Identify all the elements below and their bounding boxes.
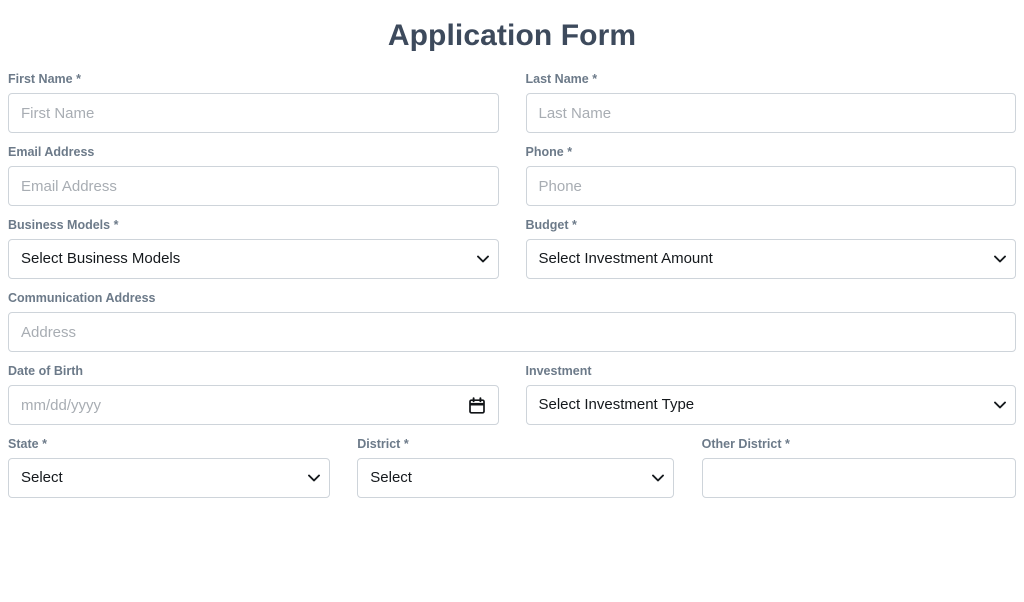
field-communication-address: Communication Address	[8, 290, 1016, 352]
other-district-input[interactable]	[701, 458, 1016, 498]
field-date-of-birth: Date of Birth	[8, 363, 499, 425]
investment-select-wrap: Select Investment Type	[525, 385, 1016, 425]
email-input[interactable]	[8, 166, 499, 206]
communication-address-label: Communication Address	[8, 290, 1016, 306]
last-name-label-text: Last Name	[525, 72, 589, 86]
field-business-models: Business Models * Select Business Models	[8, 217, 499, 279]
required-asterisk: *	[113, 218, 119, 232]
investment-select[interactable]: Select Investment Type	[525, 385, 1016, 425]
state-select[interactable]: Select	[8, 458, 331, 498]
form-row-address: Communication Address	[8, 290, 1016, 352]
required-asterisk: *	[42, 437, 47, 451]
required-asterisk: *	[572, 218, 577, 232]
district-select-wrap: Select	[357, 458, 674, 498]
last-name-label: Last Name *	[526, 71, 1017, 87]
business-models-select-wrap: Select Business Models	[8, 239, 499, 279]
district-select[interactable]: Select	[357, 458, 674, 498]
business-models-label-text: Business Models	[8, 218, 111, 232]
email-label: Email Address	[8, 144, 499, 160]
field-last-name: Last Name *	[525, 71, 1017, 133]
application-form-page: Application Form First Name * Last Name …	[0, 0, 1024, 602]
email-label-text: Email Address	[8, 145, 95, 159]
first-name-label: First Name *	[8, 71, 499, 87]
budget-select-wrap: Select Investment Amount	[525, 239, 1016, 279]
budget-label: Budget *	[526, 217, 1017, 233]
required-asterisk: *	[567, 145, 573, 159]
state-select-wrap: Select	[8, 458, 331, 498]
state-label-text: State	[8, 437, 39, 451]
communication-address-input[interactable]	[8, 312, 1016, 352]
required-asterisk: *	[76, 72, 81, 86]
field-investment: Investment Select Investment Type	[525, 363, 1017, 425]
field-other-district: Other District *	[701, 436, 1016, 498]
investment-label: Investment	[526, 363, 1017, 379]
business-models-label: Business Models *	[8, 217, 499, 233]
form-row-name: First Name * Last Name *	[8, 71, 1016, 133]
date-of-birth-label-text: Date of Birth	[8, 364, 83, 378]
last-name-input[interactable]	[525, 93, 1016, 133]
district-label-text: District	[357, 437, 401, 451]
required-asterisk: *	[592, 72, 598, 86]
first-name-label-text: First Name	[8, 72, 73, 86]
phone-label-text: Phone	[525, 145, 564, 159]
field-state: State * Select	[8, 436, 331, 498]
field-email: Email Address	[8, 144, 499, 206]
business-models-select[interactable]: Select Business Models	[8, 239, 499, 279]
field-budget: Budget * Select Investment Amount	[525, 217, 1017, 279]
date-of-birth-input[interactable]	[8, 385, 499, 425]
field-phone: Phone *	[525, 144, 1017, 206]
form-row-dob-investment: Date of Birth mm/dd/yyyy Investment Sele…	[8, 363, 1016, 425]
investment-label-text: Investment	[525, 364, 592, 378]
phone-label: Phone *	[526, 144, 1017, 160]
application-form: First Name * Last Name * Email Address	[8, 71, 1016, 498]
budget-label-text: Budget	[525, 218, 569, 232]
first-name-input[interactable]	[8, 93, 499, 133]
required-asterisk: *	[785, 437, 790, 451]
communication-address-label-text: Communication Address	[8, 291, 156, 305]
other-district-label-text: Other District	[701, 437, 782, 451]
field-district: District * Select	[357, 436, 674, 498]
other-district-label: Other District *	[702, 436, 1016, 452]
budget-select[interactable]: Select Investment Amount	[525, 239, 1016, 279]
district-label: District *	[357, 436, 673, 452]
required-asterisk: *	[403, 437, 409, 451]
state-label: State *	[8, 436, 330, 452]
date-of-birth-wrap	[8, 385, 499, 425]
date-of-birth-label: Date of Birth	[8, 363, 499, 379]
form-row-business: Business Models * Select Business Models	[8, 217, 1016, 279]
page-title: Application Form	[387, 19, 637, 52]
form-row-location: State * Select District * Select Other D…	[8, 436, 1016, 498]
field-first-name: First Name *	[8, 71, 499, 133]
form-row-contact: Email Address Phone *	[8, 144, 1016, 206]
phone-input[interactable]	[525, 166, 1016, 206]
